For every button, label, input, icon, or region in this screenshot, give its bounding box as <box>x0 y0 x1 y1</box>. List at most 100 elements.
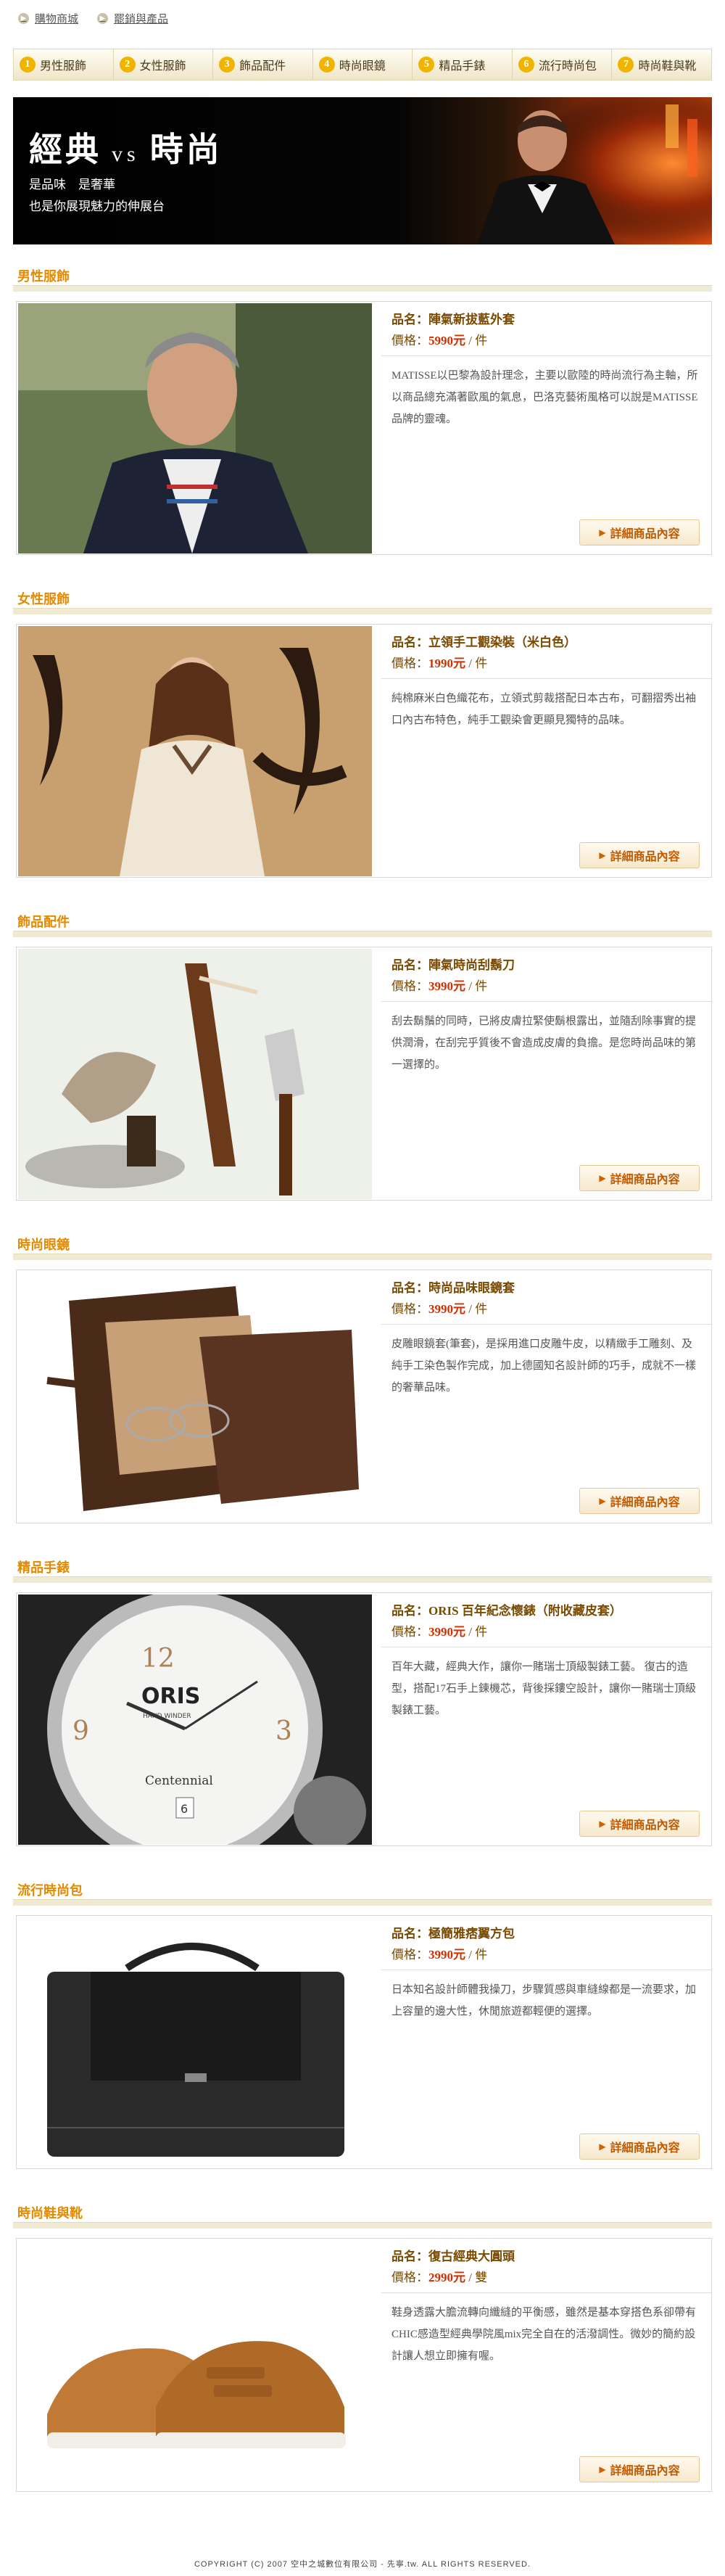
product-photo[interactable] <box>18 303 372 554</box>
product-description: 鞋身透露大膽流轉向纖縫的平衡感，雖然是基本穿搭色系卻帶有CHIC感造型經典學院風… <box>392 2307 697 2362</box>
mall-link-label: 購物商城 <box>35 13 79 25</box>
play-arrow-icon: ▶ <box>599 1495 606 1506</box>
category-tab-bags[interactable]: 6 流行時尚包 <box>512 49 613 80</box>
banner-title-left: 經典 <box>29 131 102 168</box>
svg-text:12: 12 <box>141 1644 175 1674</box>
category-tab-men[interactable]: 1 男性服飾 <box>14 49 114 80</box>
price-unit: / 件 <box>465 657 488 670</box>
price-unit: / 件 <box>465 334 488 347</box>
price-unit: / 雙 <box>465 2271 488 2284</box>
details-button[interactable]: ▶ 詳細商品內容 <box>579 842 700 868</box>
product-photo[interactable] <box>18 1272 372 1522</box>
footer-copyright: COPYRIGHT (C) 2007 空中之城數位有限公司 - 先寧.tw. A… <box>194 2560 531 2569</box>
product-photo[interactable] <box>18 2240 372 2490</box>
category-label: 飾品配件 <box>239 60 286 73</box>
category-label: 女性服飾 <box>139 60 186 73</box>
section-heading: 女性服飾 <box>17 592 70 606</box>
product-section-women: 女性服飾 品名：立領手工觀染裝（米白色） 價格：1990元 / 件 純棉麻米白色… <box>13 589 712 894</box>
product-section-glasses: 時尚眼鏡 品名：時尚品味眼鏡套 價格：3990元 / 件 皮雕眼鏡套(筆套)，是… <box>13 1235 712 1539</box>
cart-link[interactable]: ▶ 罷銷與產品 <box>97 10 168 26</box>
watch-brand: ORIS <box>141 1684 200 1709</box>
section-heading: 流行時尚包 <box>17 1883 83 1898</box>
product-photo[interactable]: 12 3 9 ORIS HAND WINDER Centennial 6 <box>18 1594 372 1845</box>
product-section-shoes: 時尚鞋與靴 品名：復古經典大圓頭 價格：2990元 / 雙 鞋身透露大膽流轉向纖… <box>13 2203 712 2508</box>
banner-title: 經典 vs 時尚 <box>29 123 223 171</box>
details-button[interactable]: ▶ 詳細商品內容 <box>579 2133 700 2160</box>
product-header: 品名：極簡雅痞翼方包 價格：3990元 / 件 <box>381 1920 711 1970</box>
price-label: 價格： <box>392 1302 428 1316</box>
product-info: 品名：時尚品味眼鏡套 價格：3990元 / 件 皮雕眼鏡套(筆套)，是採用進口皮… <box>381 1270 711 1514</box>
details-button[interactable]: ▶ 詳細商品內容 <box>579 1488 700 1514</box>
category-number: 4 <box>318 57 335 73</box>
details-button-label: 詳細商品內容 <box>610 1174 680 1186</box>
section-divider <box>13 608 712 614</box>
play-arrow-icon: ▶ <box>599 527 606 538</box>
product-photo[interactable] <box>18 1917 372 2168</box>
price-unit: / 件 <box>465 1625 488 1639</box>
hero-banner: 經典 vs 時尚 是品味 是奢華 也是你展現魅力的伸展台 <box>13 97 712 244</box>
price-value: 2990元 <box>428 2271 465 2284</box>
section-divider <box>13 1576 712 1583</box>
play-arrow-icon: ▶ <box>599 2141 606 2152</box>
price-value: 1990元 <box>428 657 465 670</box>
category-label: 男性服飾 <box>40 60 87 73</box>
details-button[interactable]: ▶ 詳細商品內容 <box>579 519 700 546</box>
product-section-bags: 流行時尚包 品名：極簡雅痞翼方包 價格：3990元 / 件 日本知名設計師體我操… <box>13 1880 712 2185</box>
category-tab-women[interactable]: 2 女性服飾 <box>113 49 214 80</box>
cart-link-label: 罷銷與產品 <box>114 13 169 25</box>
product-name: 品名：時尚品味眼鏡套 <box>392 1281 515 1295</box>
banner-tagline-2: 也是你展現魅力的伸展台 <box>29 199 165 213</box>
price-label: 價格： <box>392 1625 428 1639</box>
watch-model: Centennial <box>145 1774 213 1788</box>
product-section-accessories: 飾品配件 品名：陣氣時尚刮鬍刀 價格：3990元 / 件 刮去鬍鬚的同時，已將皮… <box>13 912 712 1217</box>
details-button-label: 詳細商品內容 <box>610 1497 680 1509</box>
product-photo[interactable] <box>18 949 372 1199</box>
details-button-label: 詳細商品內容 <box>610 1819 680 1832</box>
details-button[interactable]: ▶ 詳細商品內容 <box>579 1165 700 1191</box>
category-label: 時尚眼鏡 <box>339 60 386 73</box>
product-price: 價格：5990元 / 件 <box>392 330 701 348</box>
product-price: 價格：1990元 / 件 <box>392 653 701 671</box>
mall-link[interactable]: ▶ 購物商城 <box>18 10 78 26</box>
category-tab-shoes[interactable]: 7 時尚鞋與靴 <box>612 49 712 80</box>
product-card: 品名：立領手工觀染裝（米白色） 價格：1990元 / 件 純棉麻米白色織花布，立… <box>16 624 712 878</box>
product-header: 品名：立領手工觀染裝（米白色） 價格：1990元 / 件 <box>381 629 711 679</box>
price-unit: / 件 <box>465 1302 488 1316</box>
price-value: 5990元 <box>428 334 465 347</box>
section-divider <box>13 931 712 937</box>
price-label: 價格： <box>392 979 428 993</box>
category-label: 流行時尚包 <box>538 60 597 73</box>
product-name: 品名：極簡雅痞翼方包 <box>392 1927 515 1941</box>
price-value: 3990元 <box>428 979 465 993</box>
details-button-label: 詳細商品內容 <box>610 851 680 863</box>
category-number: 1 <box>20 57 36 73</box>
product-header: 品名：ORIS 百年紀念懷錶（附收藏皮套） 價格：3990元 / 件 <box>381 1597 711 1647</box>
details-button[interactable]: ▶ 詳細商品內容 <box>579 1811 700 1837</box>
product-name: 品名：ORIS 百年紀念懷錶（附收藏皮套） <box>392 1604 622 1618</box>
product-info: 品名：復古經典大圓頭 價格：2990元 / 雙 鞋身透露大膽流轉向纖縫的平衡感，… <box>381 2239 711 2482</box>
product-card: 12 3 9 ORIS HAND WINDER Centennial 6 品名：… <box>16 1592 712 1846</box>
product-info: 品名：立領手工觀染裝（米白色） 價格：1990元 / 件 純棉麻米白色織花布，立… <box>381 625 711 868</box>
category-tab-glasses[interactable]: 4 時尚眼鏡 <box>312 49 413 80</box>
product-card: 品名：時尚品味眼鏡套 價格：3990元 / 件 皮雕眼鏡套(筆套)，是採用進口皮… <box>16 1270 712 1523</box>
product-photo[interactable] <box>18 626 372 876</box>
product-description: MATISSE以巴黎為設計理念，主要以歐陸的時尚流行為主軸，所以商品總充滿著歐風… <box>392 370 698 425</box>
category-number: 7 <box>618 57 634 73</box>
banner-title-vs: vs <box>112 142 140 166</box>
details-button[interactable]: ▶ 詳細商品內容 <box>579 2456 700 2482</box>
banner-tagline-1: 是品味 是奢華 <box>29 178 115 192</box>
details-button-label: 詳細商品內容 <box>610 2142 680 2155</box>
product-description: 皮雕眼鏡套(筆套)，是採用進口皮雕牛皮，以精緻手工雕刻、及純手工染色製作完成，加… <box>392 1338 697 1394</box>
product-info: 品名：極簡雅痞翼方包 價格：3990元 / 件 日本知名設計師體我操刀，步驟質感… <box>381 1916 711 2160</box>
section-heading: 時尚眼鏡 <box>17 1238 70 1252</box>
price-label: 價格： <box>392 657 428 670</box>
category-tab-watches[interactable]: 5 精品手錶 <box>413 49 513 80</box>
category-tab-accessories[interactable]: 3 飾品配件 <box>213 49 313 80</box>
section-heading: 時尚鞋與靴 <box>17 2206 83 2221</box>
section-heading: 飾品配件 <box>17 915 70 929</box>
watch-date: 6 <box>181 1802 188 1816</box>
product-price: 價格：2990元 / 雙 <box>392 2267 701 2285</box>
category-number: 6 <box>518 57 534 73</box>
product-header: 品名：復古經典大圓頭 價格：2990元 / 雙 <box>381 2243 711 2293</box>
category-number: 3 <box>219 57 236 73</box>
